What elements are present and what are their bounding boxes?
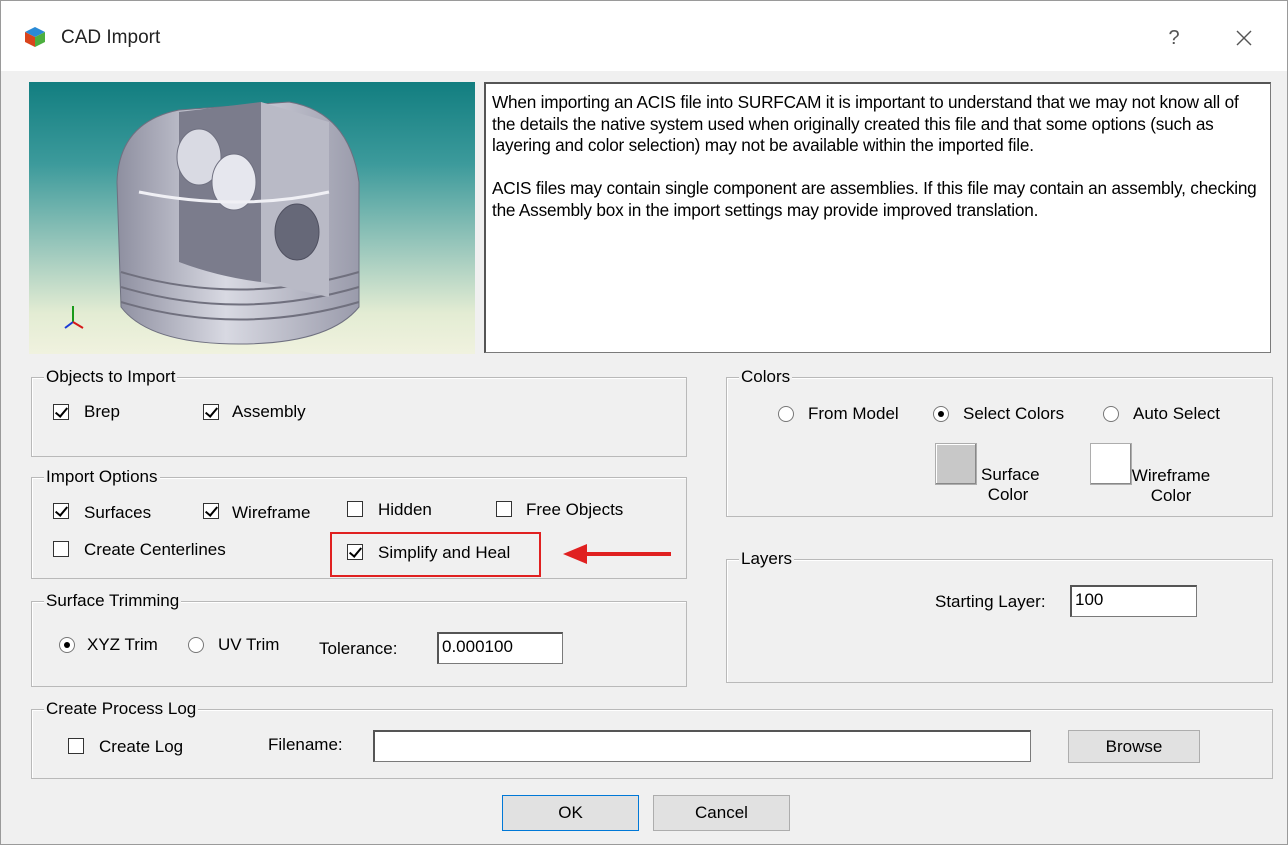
select-colors-radio[interactable] xyxy=(933,406,949,422)
cad-import-dialog: CAD Import ? When importing an ACIS file… xyxy=(0,0,1288,845)
arrow-annotation xyxy=(563,544,671,564)
close-icon xyxy=(1236,30,1252,46)
from-model-label: From Model xyxy=(808,404,899,423)
objects-to-import-group: Objects to Import Brep Assembly xyxy=(31,367,687,457)
surface-trimming-group: Surface Trimming XYZ Trim UV Trim Tolera… xyxy=(31,591,687,687)
surface-color-label: Surface Color xyxy=(981,465,1040,504)
surface-trimming-legend: Surface Trimming xyxy=(44,591,182,611)
colors-group: Colors From Model Select Colors Auto Sel… xyxy=(726,367,1273,517)
hidden-checkbox[interactable] xyxy=(347,501,363,517)
tolerance-label: Tolerance: xyxy=(319,639,398,658)
browse-button[interactable]: Browse xyxy=(1068,730,1200,763)
auto-select-radio[interactable] xyxy=(1103,406,1119,422)
xyz-trim-label: XYZ Trim xyxy=(87,635,158,654)
brep-label: Brep xyxy=(84,402,120,421)
auto-select-label: Auto Select xyxy=(1133,404,1220,423)
wireframe-color-swatch[interactable] xyxy=(1090,443,1132,485)
cancel-button[interactable]: Cancel xyxy=(653,795,790,831)
objects-to-import-legend: Objects to Import xyxy=(44,367,178,387)
ok-button[interactable]: OK xyxy=(502,795,639,831)
surfaces-checkbox[interactable] xyxy=(53,503,69,519)
uv-trim-radio[interactable] xyxy=(188,637,204,653)
app-icon xyxy=(25,27,45,47)
surface-color-swatch[interactable] xyxy=(935,443,977,485)
process-log-group: Create Process Log Create Log Filename: … xyxy=(31,699,1273,779)
highlight-box xyxy=(330,532,541,577)
filename-label: Filename: xyxy=(268,735,343,754)
import-description: When importing an ACIS file into SURFCAM… xyxy=(484,82,1271,353)
filename-input[interactable] xyxy=(373,730,1031,762)
process-log-legend: Create Process Log xyxy=(44,699,199,719)
hidden-label: Hidden xyxy=(378,500,432,519)
wireframe-label: Wireframe xyxy=(232,503,311,522)
create-centerlines-checkbox[interactable] xyxy=(53,541,69,557)
select-colors-label: Select Colors xyxy=(963,404,1065,423)
layers-group: Layers Starting Layer: 100 xyxy=(726,549,1273,683)
assembly-checkbox[interactable] xyxy=(203,404,219,420)
layers-legend: Layers xyxy=(739,549,795,569)
colors-legend: Colors xyxy=(739,367,793,387)
from-model-radio[interactable] xyxy=(778,406,794,422)
free-objects-label: Free Objects xyxy=(526,500,624,519)
free-objects-checkbox[interactable] xyxy=(496,501,512,517)
create-log-checkbox[interactable] xyxy=(68,738,84,754)
title-bar[interactable]: CAD Import ? xyxy=(1,1,1287,71)
help-button[interactable]: ? xyxy=(1157,21,1191,55)
wireframe-color-label: Wireframe Color xyxy=(1131,466,1211,505)
assembly-label: Assembly xyxy=(232,402,306,421)
surfaces-label: Surfaces xyxy=(84,503,152,522)
starting-layer-label: Starting Layer: xyxy=(935,592,1046,611)
window-title: CAD Import xyxy=(61,27,161,48)
xyz-trim-radio[interactable] xyxy=(59,637,75,653)
uv-trim-label: UV Trim xyxy=(218,635,280,654)
starting-layer-input[interactable]: 100 xyxy=(1070,585,1197,617)
import-options-legend: Import Options xyxy=(44,467,160,487)
close-button[interactable] xyxy=(1227,21,1261,55)
brep-checkbox[interactable] xyxy=(53,404,69,420)
model-preview xyxy=(29,82,475,354)
piston-model-image xyxy=(64,101,360,345)
create-centerlines-label: Create Centerlines xyxy=(84,540,226,559)
tolerance-input[interactable]: 0.000100 xyxy=(437,632,563,664)
wireframe-checkbox[interactable] xyxy=(203,503,219,519)
create-log-label: Create Log xyxy=(99,737,184,756)
